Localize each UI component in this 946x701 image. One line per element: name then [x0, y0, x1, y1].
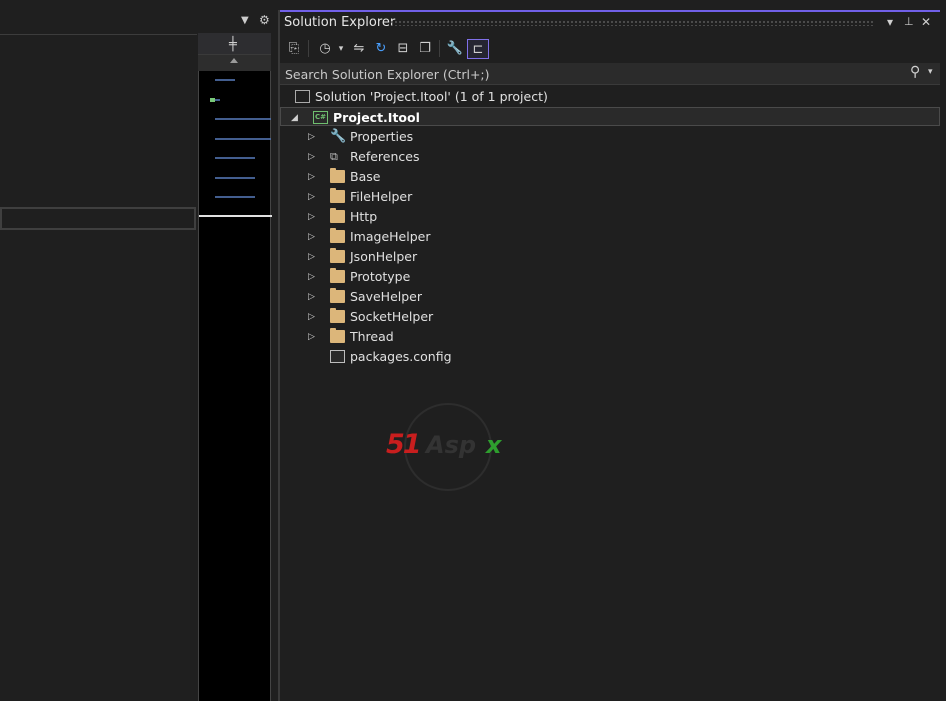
tree-row-label: Properties [350, 129, 414, 144]
switch-views-icon[interactable]: ⎘ [285, 39, 303, 59]
collapsed-arrow-icon[interactable]: ▷ [308, 147, 315, 167]
collapsed-arrow-icon[interactable]: ▷ [308, 327, 315, 347]
config-file-icon [330, 350, 345, 363]
minimap-line [215, 79, 235, 81]
csharp-project-icon: C# [313, 111, 328, 124]
tree-row-project[interactable]: ◢ C# Project.Itool [280, 107, 940, 126]
expanded-arrow-icon[interactable]: ◢ [291, 108, 298, 128]
collapsed-arrow-icon[interactable]: ▷ [308, 207, 315, 227]
chevron-down-icon[interactable]: ▼ [241, 15, 249, 26]
refresh-icon[interactable]: ↻ [372, 39, 390, 59]
folder-icon [330, 248, 345, 263]
tree-row-label: Base [350, 169, 381, 184]
window-position-icon[interactable]: ▾ [887, 15, 893, 29]
panel-title: Solution Explorer [284, 15, 396, 30]
panel-drag-grip[interactable] [390, 20, 875, 26]
collapsed-arrow-icon[interactable]: ▷ [308, 307, 315, 327]
tree-row-label: Prototype [350, 269, 411, 284]
tree-row-folder[interactable]: ▷ SaveHelper [280, 287, 940, 307]
collapsed-arrow-icon[interactable]: ▷ [308, 287, 315, 307]
tree-row-folder[interactable]: ▷ ImageHelper [280, 227, 940, 247]
collapsed-arrow-icon[interactable]: ▷ [308, 127, 315, 147]
watermark-x: x [486, 431, 502, 459]
tree-row-label: JsonHelper [350, 249, 418, 264]
tree-row-folder[interactable]: ▷ Prototype [280, 267, 940, 287]
tree-row-label: Thread [350, 329, 394, 344]
show-all-files-icon[interactable]: ❐ [416, 39, 434, 59]
folder-icon [330, 188, 345, 203]
close-icon[interactable]: ✕ [921, 15, 931, 29]
minimap-line [215, 99, 220, 101]
folder-icon [330, 268, 345, 283]
chevron-down-icon[interactable]: ▾ [336, 39, 346, 59]
editor-find-box[interactable] [0, 207, 196, 230]
tree-row-label: Solution 'Project.Itool' (1 of 1 project… [315, 89, 548, 104]
pin-icon[interactable]: ⊥ [904, 15, 914, 28]
minimap-line [215, 196, 255, 198]
minimap-viewport-marker [199, 215, 272, 217]
code-editor[interactable] [0, 0, 197, 701]
solution-icon [295, 90, 310, 103]
folder-icon [330, 308, 345, 323]
folder-icon [330, 228, 345, 243]
tree-row-label: Http [350, 209, 378, 224]
collapse-all-icon[interactable]: ⊟ [394, 39, 412, 59]
search-icon[interactable]: ⚲ [910, 64, 920, 80]
split-editor-icon[interactable]: ╪ [229, 37, 237, 52]
collapsed-arrow-icon[interactable]: ▷ [308, 247, 315, 267]
tree-row-label: FileHelper [350, 189, 413, 204]
ide-window: ▼ ⚙ ╪ Solution Explorer ▾ ⊥ ✕ ⎘ ◷ ▾ ⇋ ↻ … [0, 0, 946, 701]
panel-accent-bar [280, 10, 940, 12]
solution-explorer: Solution Explorer ▾ ⊥ ✕ ⎘ ◷ ▾ ⇋ ↻ ⊟ ❐ 🔧 … [280, 10, 940, 701]
folder-icon [330, 168, 345, 183]
collapsed-arrow-icon[interactable]: ▷ [308, 227, 315, 247]
tree-row-label: SocketHelper [350, 309, 434, 324]
minimap-line [215, 177, 255, 179]
watermark-number: 51 [386, 429, 422, 460]
folder-icon [330, 288, 345, 303]
solution-toolbar: ⎘ ◷ ▾ ⇋ ↻ ⊟ ❐ 🔧 ⊏ [280, 36, 940, 60]
minimap-line [215, 157, 255, 159]
editor-divider [0, 34, 197, 35]
toolbar-separator [308, 40, 309, 57]
pending-changes-icon[interactable]: ◷ [316, 39, 334, 59]
scroll-up-icon [230, 58, 238, 63]
tree-row-references[interactable]: ▷ ⧉ References [280, 147, 940, 167]
chevron-down-icon[interactable]: ▾ [928, 67, 933, 77]
search-bar: ⚲ ▾ [280, 63, 940, 85]
folder-icon [330, 208, 345, 223]
tree-row-folder[interactable]: ▷ FileHelper [280, 187, 940, 207]
toolbar-separator [439, 40, 440, 57]
watermark-logo: 51 Asp x [386, 403, 514, 493]
tree-row-label: ImageHelper [350, 229, 431, 244]
tree-row-label: References [350, 149, 420, 164]
tree-row-label: packages.config [350, 349, 452, 364]
tree-row-solution[interactable]: Solution 'Project.Itool' (1 of 1 project… [280, 87, 940, 107]
properties-wrench-icon[interactable]: 🔧 [446, 39, 464, 59]
watermark-text: Asp [426, 431, 477, 459]
folder-icon [330, 328, 345, 343]
search-input[interactable] [285, 66, 865, 82]
collapsed-arrow-icon[interactable]: ▷ [308, 167, 315, 187]
wrench-icon: 🔧 [330, 129, 347, 144]
tree-row-label: Project.Itool [333, 110, 420, 125]
minimap-line [215, 118, 271, 120]
tree-row-properties[interactable]: ▷ 🔧 Properties [280, 127, 940, 147]
references-icon: ⧉ [330, 150, 338, 163]
tree-row-folder[interactable]: ▷ JsonHelper [280, 247, 940, 267]
tree-row-folder[interactable]: ▷ Base [280, 167, 940, 187]
tree-row-folder[interactable]: ▷ SocketHelper [280, 307, 940, 327]
tree-row-folder[interactable]: ▷ Http [280, 207, 940, 227]
minimap-line [215, 138, 271, 140]
tree-row-folder[interactable]: ▷ Thread [280, 327, 940, 347]
tree-row-label: SaveHelper [350, 289, 423, 304]
tree-row-config[interactable]: packages.config [280, 347, 940, 367]
preview-selected-items-icon[interactable]: ⊏ [467, 39, 489, 59]
collapsed-arrow-icon[interactable]: ▷ [308, 267, 315, 287]
sync-active-document-icon[interactable]: ⇋ [350, 39, 368, 59]
code-minimap[interactable] [198, 71, 272, 701]
gear-icon[interactable]: ⚙ [259, 13, 270, 27]
collapsed-arrow-icon[interactable]: ▷ [308, 187, 315, 207]
